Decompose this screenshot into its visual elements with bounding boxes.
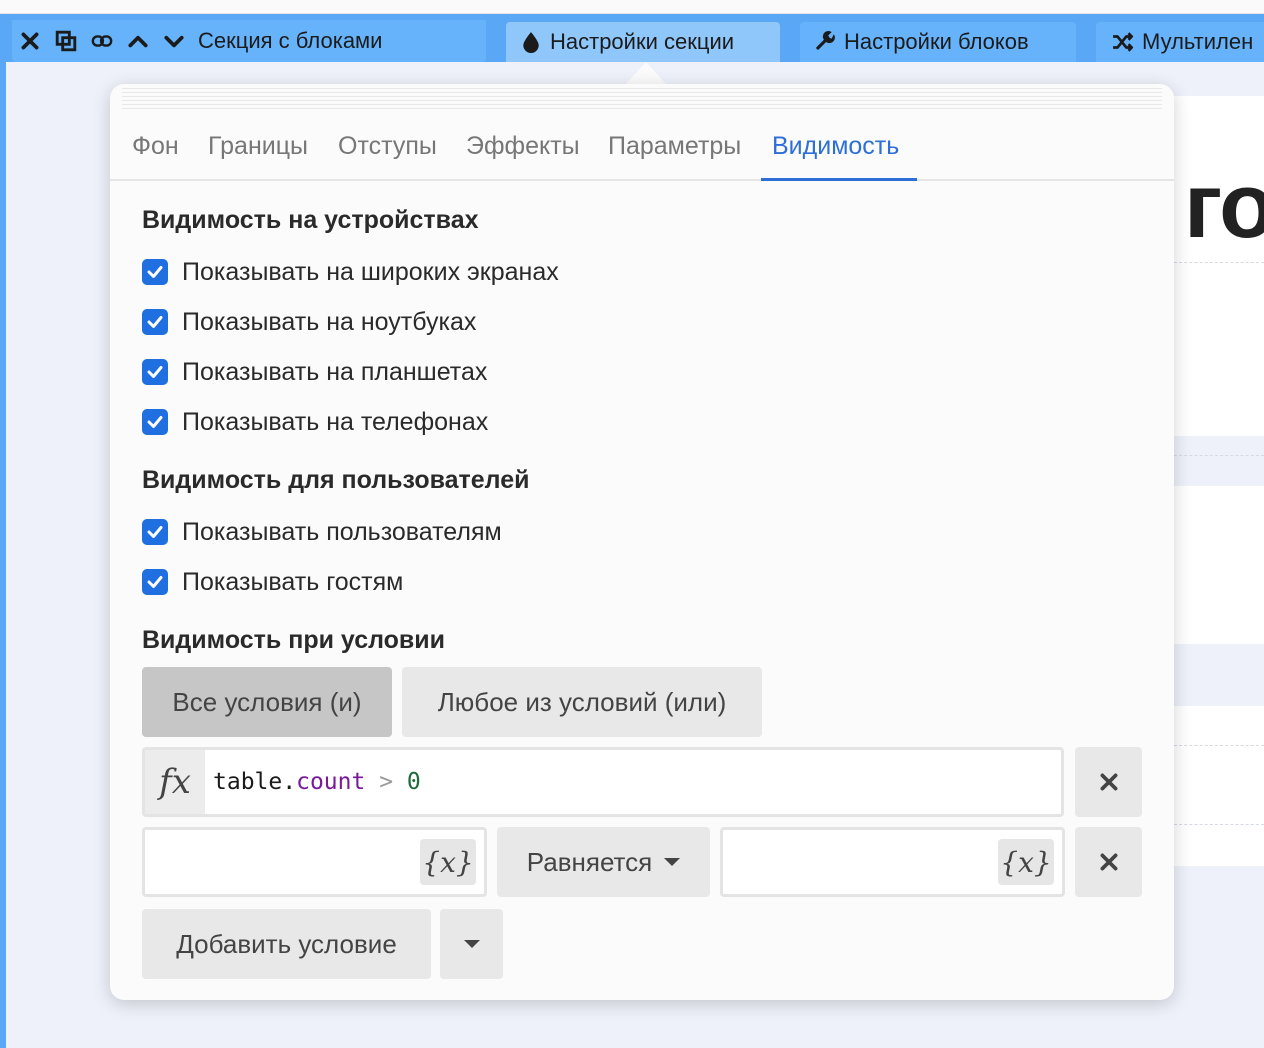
add-condition-dropdown[interactable]	[440, 909, 503, 979]
section-outline	[0, 14, 6, 1048]
shuffle-icon	[1113, 32, 1134, 52]
insert-variable-button[interactable]: {x}	[420, 839, 476, 885]
formula-number: 0	[406, 769, 421, 795]
formula-dot: .	[282, 769, 297, 795]
devices-title: Видимость на устройствах	[142, 206, 479, 234]
section-toolbar: Секция с блоками	[12, 20, 486, 62]
background-divider	[1174, 262, 1264, 263]
checkbox-phones[interactable]: Показывать на телефонах	[142, 407, 488, 437]
multi-label: Мультилен	[1142, 29, 1254, 54]
formula-field[interactable]: fx table. count > 0	[142, 747, 1064, 817]
close-icon	[1100, 853, 1117, 871]
add-condition-button[interactable]: Добавить условие	[142, 909, 431, 979]
section-settings-label: Настройки секции	[550, 29, 735, 54]
tab-effects[interactable]: Эффекты	[466, 132, 580, 161]
formula-variable: table	[213, 769, 283, 795]
formula-code[interactable]: table. count > 0	[205, 750, 421, 814]
mode-all-button[interactable]: Все условия (и)	[142, 667, 392, 737]
settings-tabs: Фон Границы Отступы Эффекты Параметры Ви…	[110, 124, 1174, 181]
caret-down-icon	[664, 858, 681, 866]
checkbox-checked[interactable]	[142, 259, 168, 285]
tab-borders[interactable]: Границы	[208, 132, 308, 161]
operator-select[interactable]: Равняется	[497, 827, 710, 897]
close-icon	[1100, 773, 1117, 791]
checkbox-checked[interactable]	[142, 519, 168, 545]
block-settings-button[interactable]: Настройки блоков	[800, 22, 1076, 62]
checkbox-label: Показывать на телефонах	[182, 407, 489, 436]
checkbox-checked[interactable]	[142, 309, 168, 335]
section-name-label[interactable]: Секция с блоками	[192, 28, 392, 54]
wrench-icon	[816, 31, 835, 50]
checkbox-label: Показывать на планшетах	[182, 357, 488, 386]
top-strip	[0, 0, 1264, 14]
move-up-icon[interactable]	[120, 20, 156, 62]
checkbox-checked[interactable]	[142, 409, 168, 435]
checkbox-tablets[interactable]: Показывать на планшетах	[142, 357, 487, 387]
link-icon[interactable]	[84, 20, 120, 62]
checkbox-checked[interactable]	[142, 569, 168, 595]
insert-variable-button[interactable]: {x}	[998, 839, 1054, 885]
tab-parameters[interactable]: Параметры	[608, 132, 741, 161]
background-heading: го	[1184, 155, 1264, 257]
caret-down-icon	[463, 940, 480, 948]
background-card	[1174, 706, 1264, 866]
drag-handle[interactable]	[122, 88, 1162, 110]
multi-button[interactable]: Мультилен	[1096, 22, 1264, 62]
active-tab-indicator	[761, 178, 917, 181]
background-card	[1174, 486, 1264, 644]
checkbox-users[interactable]: Показывать пользователям	[142, 517, 502, 547]
checkbox-checked[interactable]	[142, 359, 168, 385]
move-down-icon[interactable]	[156, 20, 192, 62]
delete-condition-button[interactable]	[1075, 827, 1142, 897]
operator-label: Равняется	[526, 846, 653, 877]
checkbox-label: Показывать на широких экранах	[182, 257, 559, 286]
left-operand-input[interactable]: {x}	[142, 827, 487, 897]
tab-spacing[interactable]: Отступы	[338, 132, 437, 161]
background-divider	[1174, 745, 1264, 746]
background-divider	[1174, 455, 1264, 456]
delete-formula-button[interactable]	[1075, 747, 1142, 817]
section-settings-button[interactable]: Настройки секции	[506, 22, 780, 62]
duplicate-icon[interactable]	[48, 20, 84, 62]
tab-visibility[interactable]: Видимость	[772, 132, 899, 161]
formula-property: count	[296, 769, 366, 795]
checkbox-label: Показывать пользователям	[182, 517, 502, 546]
condition-title: Видимость при условии	[142, 626, 446, 654]
close-icon[interactable]	[12, 20, 48, 62]
checkbox-wide-screens[interactable]: Показывать на широких экранах	[142, 257, 559, 287]
users-title: Видимость для пользователей	[142, 466, 530, 494]
checkbox-guests[interactable]: Показывать гостям	[142, 567, 403, 597]
checkbox-label: Показывать на ноутбуках	[182, 307, 477, 336]
drop-icon	[523, 32, 539, 53]
checkbox-laptops[interactable]: Показывать на ноутбуках	[142, 307, 476, 337]
checkbox-label: Показывать гостям	[182, 567, 404, 596]
mode-any-button[interactable]: Любое из условий (или)	[402, 667, 762, 737]
right-operand-input[interactable]: {x}	[720, 827, 1065, 897]
function-icon: fx	[145, 750, 205, 814]
background-divider	[1174, 824, 1264, 825]
section-settings-popover: Фон Границы Отступы Эффекты Параметры Ви…	[110, 84, 1174, 1000]
tab-background[interactable]: Фон	[132, 132, 179, 161]
popover-arrow	[624, 62, 668, 86]
formula-operator: >	[365, 769, 407, 795]
background-card	[1174, 96, 1264, 436]
block-settings-label: Настройки блоков	[844, 29, 1029, 54]
